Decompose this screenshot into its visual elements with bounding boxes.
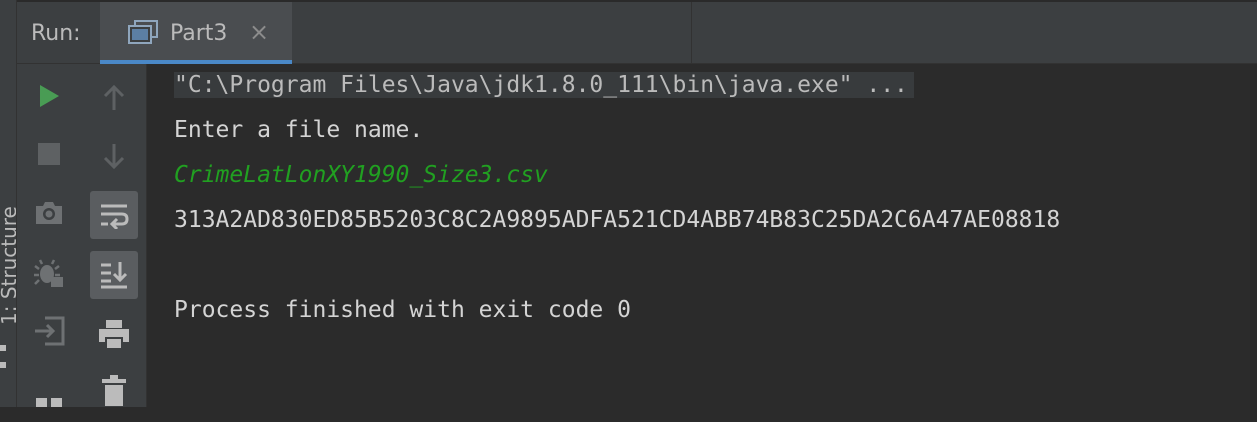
previous-occurrence-button[interactable] [90, 74, 138, 122]
print-button[interactable] [90, 310, 138, 358]
prompt-line: Enter a file name. [174, 117, 424, 143]
run-toolbar [17, 64, 81, 407]
print-icon [99, 320, 129, 350]
tab-label: Part3 [170, 21, 228, 46]
hash-output-line: 313A2AD830ED85B5203C8C2A9895ADFA521CD4AB… [174, 207, 1061, 233]
restore-layout-button[interactable] [25, 374, 73, 422]
exit-button[interactable] [25, 307, 73, 355]
debug-button[interactable] [25, 249, 73, 297]
exit-message-line: Process finished with exit code 0 [174, 297, 631, 323]
trash-icon [102, 375, 126, 406]
strip-marker [0, 362, 6, 368]
close-icon[interactable]: × [249, 18, 269, 46]
next-occurrence-button[interactable] [90, 132, 138, 180]
run-icon [40, 85, 59, 107]
strip-marker [0, 345, 6, 351]
command-line[interactable]: "C:\Program Files\Java\jdk1.8.0_111\bin\… [174, 72, 914, 98]
soft-wrap-button[interactable] [90, 191, 138, 239]
scroll-to-end-icon [101, 262, 128, 289]
run-label: Run: [31, 21, 81, 46]
camera-icon [36, 202, 62, 224]
down-arrow-icon [103, 144, 125, 170]
rerun-button[interactable] [25, 72, 73, 120]
scroll-to-end-button[interactable] [90, 251, 138, 299]
exit-icon [35, 316, 65, 346]
stop-button[interactable] [25, 130, 73, 178]
structure-side-strip[interactable]: 1: Structure [0, 0, 17, 407]
run-header: Run: Part3 × [17, 0, 1257, 64]
layout-icon [36, 398, 62, 407]
soft-wrap-icon [101, 204, 129, 229]
header-divider [691, 2, 692, 64]
stop-icon [38, 143, 60, 165]
console-toolbar [81, 64, 147, 407]
debug-icon [34, 259, 63, 287]
dump-threads-button[interactable] [25, 189, 73, 237]
structure-tab-label[interactable]: 1: Structure [0, 206, 16, 325]
console-output[interactable]: "C:\Program Files\Java\jdk1.8.0_111\bin\… [148, 64, 1257, 407]
user-input-line: CrimeLatLonXY1990_Size3.csv [174, 162, 548, 188]
console-window-icon [128, 20, 158, 44]
up-arrow-icon [103, 84, 125, 110]
tab-part3[interactable]: Part3 × [100, 2, 292, 64]
